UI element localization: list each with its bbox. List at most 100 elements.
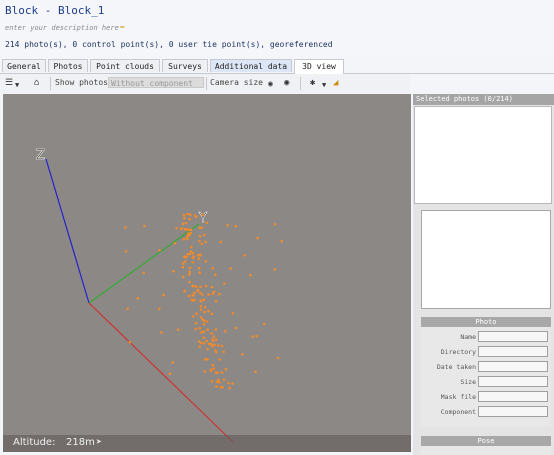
photo-point[interactable] (202, 336, 206, 340)
photo-point[interactable] (214, 328, 218, 331)
photo-point[interactable] (210, 332, 214, 335)
photo-point[interactable] (193, 291, 196, 295)
photo-point[interactable] (202, 342, 206, 345)
display-options-icon[interactable]: ✱ (310, 77, 315, 89)
photo-point[interactable] (191, 261, 195, 264)
photo-point[interactable] (219, 240, 223, 244)
photo-point[interactable] (218, 381, 221, 384)
photo-point[interactable] (217, 344, 220, 347)
photo-point[interactable] (198, 326, 202, 330)
component-field[interactable] (478, 406, 548, 417)
photo-point[interactable] (198, 235, 202, 238)
photo-point[interactable] (214, 338, 218, 341)
selected-photos-list[interactable] (414, 106, 552, 204)
photo-point[interactable] (198, 266, 201, 270)
layers-icon[interactable]: ☰ (5, 77, 13, 89)
photo-point[interactable] (205, 320, 209, 323)
photo-points-cloud[interactable] (124, 212, 283, 390)
photo-point[interactable] (231, 311, 235, 315)
photo-point[interactable] (215, 385, 218, 388)
photo-point[interactable] (211, 344, 214, 348)
photo-point[interactable] (181, 275, 185, 279)
chevron-down-icon[interactable]: ▼ (322, 79, 326, 91)
photo-point[interactable] (198, 345, 201, 348)
measure-icon[interactable]: ◢ (333, 77, 338, 89)
photo-point[interactable] (128, 340, 132, 344)
photo-point[interactable] (181, 222, 185, 226)
photo-point[interactable] (202, 298, 206, 302)
edit-pencil-icon[interactable]: ✏ (120, 22, 125, 32)
photo-point[interactable] (207, 293, 210, 296)
photo-point[interactable] (181, 262, 185, 265)
photo-point[interactable] (189, 231, 192, 235)
photo-point[interactable] (171, 361, 175, 364)
photo-point[interactable] (198, 239, 201, 243)
photo-point[interactable] (184, 256, 187, 259)
tab-3d-view[interactable]: 3D view (294, 59, 344, 74)
photo-point[interactable] (210, 285, 214, 289)
photo-point[interactable] (201, 293, 204, 296)
chevron-down-icon[interactable]: ▼ (15, 79, 19, 91)
photo-point[interactable] (209, 368, 213, 371)
photo-point[interactable] (175, 227, 178, 230)
photo-point[interactable] (280, 239, 283, 243)
description-field[interactable]: enter your description here (5, 24, 119, 32)
camera-large-icon[interactable]: ◉ (284, 77, 289, 89)
photo-point[interactable] (196, 288, 200, 292)
photo-point[interactable] (223, 282, 226, 285)
tab-photos[interactable]: Photos (48, 59, 88, 72)
photo-point[interactable] (198, 291, 202, 295)
photo-point[interactable] (276, 356, 280, 360)
size-field[interactable] (478, 376, 548, 387)
photo-point[interactable] (201, 213, 205, 216)
photo-point[interactable] (207, 309, 210, 313)
photo-point[interactable] (217, 292, 221, 296)
photo-point[interactable] (190, 298, 194, 301)
photo-point[interactable] (191, 256, 195, 260)
photo-point[interactable] (199, 308, 203, 311)
photo-point[interactable] (205, 221, 208, 225)
mask-file-field[interactable] (478, 391, 548, 402)
photo-point[interactable] (193, 298, 196, 302)
photo-point[interactable] (229, 267, 233, 270)
photo-point[interactable] (211, 339, 215, 342)
photo-point[interactable] (199, 285, 202, 288)
photo-point[interactable] (231, 382, 234, 385)
photo-point[interactable] (183, 216, 186, 220)
photo-point[interactable] (162, 293, 165, 297)
photo-point[interactable] (256, 236, 259, 240)
photo-point[interactable] (186, 232, 190, 235)
photo-point[interactable] (249, 273, 252, 277)
photo-point[interactable] (189, 213, 192, 216)
photo-point[interactable] (212, 335, 216, 338)
photo-point[interactable] (263, 322, 266, 326)
photo-point[interactable] (243, 254, 246, 257)
photo-point[interactable] (214, 349, 217, 352)
photo-point[interactable] (205, 339, 208, 343)
photo-point[interactable] (228, 386, 231, 390)
photo-point[interactable] (179, 227, 183, 231)
photo-point[interactable] (182, 237, 186, 241)
tab-point-clouds[interactable]: Point clouds (90, 59, 160, 72)
photo-point[interactable] (188, 217, 191, 221)
photo-point[interactable] (188, 273, 191, 276)
photo-point[interactable] (217, 378, 220, 382)
scene-canvas[interactable]: Z Y (3, 94, 411, 452)
home-icon[interactable]: ⌂ (34, 77, 39, 89)
photo-point[interactable] (216, 371, 220, 375)
photo-point[interactable] (194, 327, 198, 331)
photo-point[interactable] (220, 371, 224, 374)
photo-point[interactable] (227, 381, 230, 385)
photo-point[interactable] (183, 289, 186, 293)
photo-point[interactable] (251, 335, 254, 338)
photo-point[interactable] (220, 344, 224, 348)
photo-point[interactable] (188, 270, 191, 274)
photo-point[interactable] (214, 300, 218, 303)
photo-point[interactable] (198, 226, 201, 230)
photo-point[interactable] (197, 257, 200, 260)
photo-point[interactable] (204, 240, 207, 244)
photo-point[interactable] (194, 215, 198, 219)
camera-small-icon[interactable]: ◉ (268, 78, 273, 90)
photo-point[interactable] (202, 330, 205, 333)
photo-point[interactable] (255, 334, 258, 338)
